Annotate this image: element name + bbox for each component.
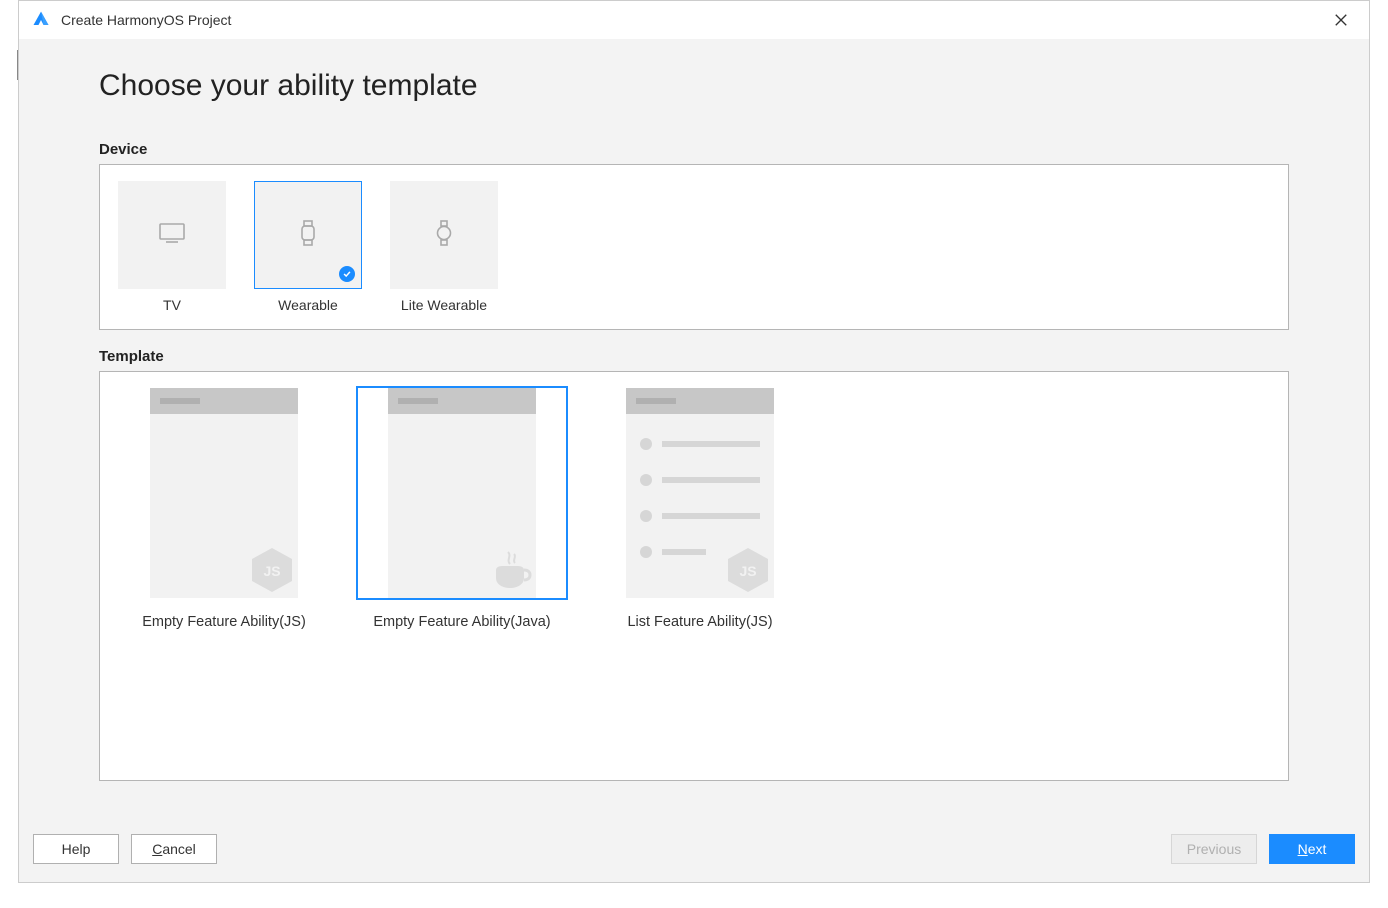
- content-area: Choose your ability template Device TV: [19, 39, 1369, 822]
- device-label: Lite Wearable: [401, 297, 487, 313]
- create-project-dialog: Create HarmonyOS Project Choose your abi…: [18, 0, 1370, 883]
- next-button[interactable]: Next: [1269, 834, 1355, 864]
- app-icon: [31, 10, 51, 30]
- template-item-empty-java[interactable]: Empty Feature Ability(Java): [356, 386, 568, 630]
- window-title: Create HarmonyOS Project: [61, 12, 1325, 28]
- js-badge-icon: JS: [250, 546, 294, 594]
- device-item-wearable[interactable]: Wearable: [254, 181, 362, 313]
- lite-wearable-icon: [434, 219, 454, 252]
- device-section-label: Device: [99, 141, 1289, 158]
- help-button[interactable]: Help: [33, 834, 119, 864]
- device-item-tv[interactable]: TV: [118, 181, 226, 313]
- template-label: Empty Feature Ability(JS): [142, 614, 306, 630]
- svg-text:JS: JS: [263, 563, 280, 579]
- footer: Help Cancel Previous Next: [19, 822, 1369, 882]
- template-section-label: Template: [99, 348, 1289, 365]
- js-badge-icon: JS: [726, 546, 770, 594]
- previous-button: Previous: [1171, 834, 1257, 864]
- device-selection-box: TV: [99, 164, 1289, 330]
- page-heading: Choose your ability template: [99, 69, 1289, 103]
- template-item-list-js[interactable]: JS List Feature Ability(JS): [594, 386, 806, 630]
- template-item-empty-js[interactable]: JS Empty Feature Ability(JS): [118, 386, 330, 630]
- checkmark-icon: [339, 266, 355, 282]
- wearable-icon: [298, 219, 318, 252]
- cancel-button[interactable]: Cancel: [131, 834, 217, 864]
- template-selection-box: JS Empty Feature Ability(JS): [99, 371, 1289, 781]
- tv-icon: [158, 221, 186, 250]
- device-item-lite-wearable[interactable]: Lite Wearable: [390, 181, 498, 313]
- titlebar: Create HarmonyOS Project: [19, 1, 1369, 39]
- template-label: List Feature Ability(JS): [627, 614, 772, 630]
- device-label: Wearable: [278, 297, 338, 313]
- svg-text:JS: JS: [739, 563, 756, 579]
- device-label: TV: [163, 297, 181, 313]
- close-button[interactable]: [1325, 4, 1357, 36]
- template-label: Empty Feature Ability(Java): [373, 614, 550, 630]
- java-badge-icon: [488, 546, 532, 594]
